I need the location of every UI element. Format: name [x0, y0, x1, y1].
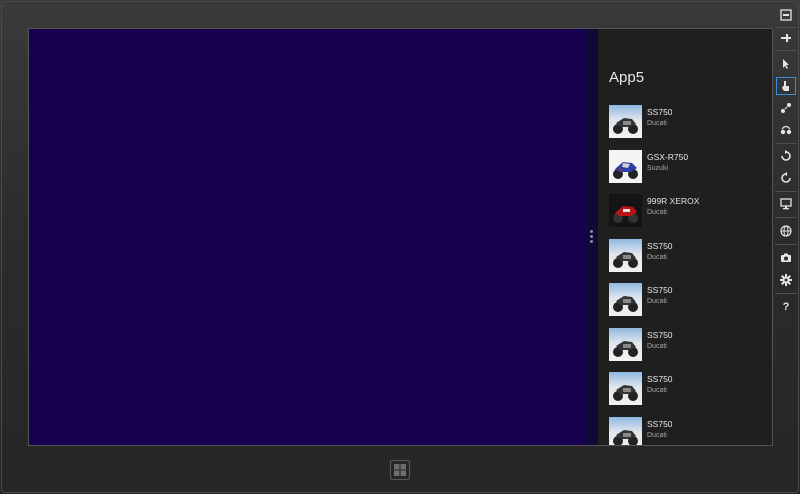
minimize-button[interactable]: [776, 6, 796, 24]
ducati-ss750-thumbnail: [609, 417, 642, 445]
item-subtitle: Ducati: [647, 254, 667, 261]
rotate-touch-button[interactable]: [776, 121, 796, 139]
main-app-area[interactable]: [29, 29, 586, 445]
item-title: SS750: [647, 241, 673, 251]
rotate-counterclockwise-icon: [781, 172, 791, 183]
ducati-ss750-thumbnail: [609, 239, 642, 272]
item-title: SS750: [647, 285, 673, 295]
change-resolution-icon: [780, 198, 792, 210]
list-item[interactable]: SS750 Ducati: [609, 417, 769, 445]
item-subtitle: Ducati: [647, 387, 667, 394]
toolbar-separator: [775, 143, 797, 144]
toolbar-separator: [775, 50, 797, 51]
touch-mode-icon: [782, 81, 789, 91]
windows-logo-icon: [394, 464, 406, 476]
item-subtitle: Ducati: [647, 209, 667, 216]
list-item[interactable]: SS750 Ducati: [609, 105, 769, 141]
item-subtitle: Ducati: [647, 120, 667, 127]
list-item[interactable]: SS750 Ducati: [609, 239, 769, 275]
split-divider[interactable]: [586, 29, 598, 445]
item-subtitle: Ducati: [647, 432, 667, 439]
touch-mode-button[interactable]: [776, 77, 796, 95]
ducati-999r-thumbnail: [609, 194, 642, 227]
item-subtitle: Ducati: [647, 298, 667, 305]
rotate-touch-icon: [780, 125, 792, 135]
item-title: SS750: [647, 419, 673, 429]
rotate-counterclockwise-button[interactable]: [776, 169, 796, 187]
help-icon: ?: [782, 301, 790, 313]
minimize-icon: [780, 9, 792, 21]
ducati-ss750-thumbnail: [609, 328, 642, 361]
rotate-clockwise-icon: [781, 150, 791, 161]
divider-grip-icon[interactable]: [590, 230, 594, 246]
item-title: GSX-R750: [647, 152, 689, 162]
list-item[interactable]: 999R XEROX Ducati: [609, 194, 769, 230]
settings-button[interactable]: [776, 271, 796, 289]
item-title: SS750: [647, 374, 673, 384]
settings-icon: [780, 274, 792, 286]
item-title: 999R XEROX: [647, 196, 700, 206]
simulator-toolbar: ?: [772, 0, 800, 494]
app-title: App5: [609, 69, 645, 86]
set-location-icon: [780, 225, 792, 237]
item-title: SS750: [647, 107, 673, 117]
item-subtitle: Ducati: [647, 343, 667, 350]
screenshot-icon: [781, 253, 791, 262]
screenshot-button[interactable]: [776, 249, 796, 267]
toolbar-separator: [775, 191, 797, 192]
snapped-app: App5 SS750 Ducati GSX-R750 Suzuki 999R X…: [598, 29, 772, 445]
item-subtitle: Suzuki: [647, 165, 669, 172]
toolbar-separator: [775, 293, 797, 294]
set-location-button[interactable]: [776, 222, 796, 240]
toolbar-separator: [775, 27, 797, 28]
ducati-ss750-thumbnail: [609, 105, 642, 138]
item-title: SS750: [647, 330, 673, 340]
ducati-ss750-thumbnail: [609, 283, 642, 316]
list-item[interactable]: SS750 Ducati: [609, 283, 769, 319]
rotate-clockwise-button[interactable]: [776, 147, 796, 165]
pinch-zoom-icon: [781, 103, 791, 113]
list-item[interactable]: GSX-R750 Suzuki: [609, 150, 769, 186]
simulator-screen: App5 SS750 Ducati GSX-R750 Suzuki 999R X…: [28, 28, 773, 446]
pin-button[interactable]: [776, 29, 796, 47]
pinch-zoom-button[interactable]: [776, 99, 796, 117]
suzuki-gsxr750-thumbnail: [609, 150, 642, 183]
help-button[interactable]: ?: [776, 298, 796, 316]
mouse-mode-button[interactable]: [776, 55, 796, 73]
ducati-ss750-thumbnail: [609, 372, 642, 405]
toolbar-separator: [775, 244, 797, 245]
change-resolution-button[interactable]: [776, 195, 796, 213]
list-item[interactable]: SS750 Ducati: [609, 328, 769, 364]
list-item[interactable]: SS750 Ducati: [609, 372, 769, 408]
windows-button[interactable]: [390, 460, 410, 480]
toolbar-separator: [775, 217, 797, 218]
pin-icon: [781, 34, 791, 42]
mouse-mode-icon: [783, 59, 789, 69]
